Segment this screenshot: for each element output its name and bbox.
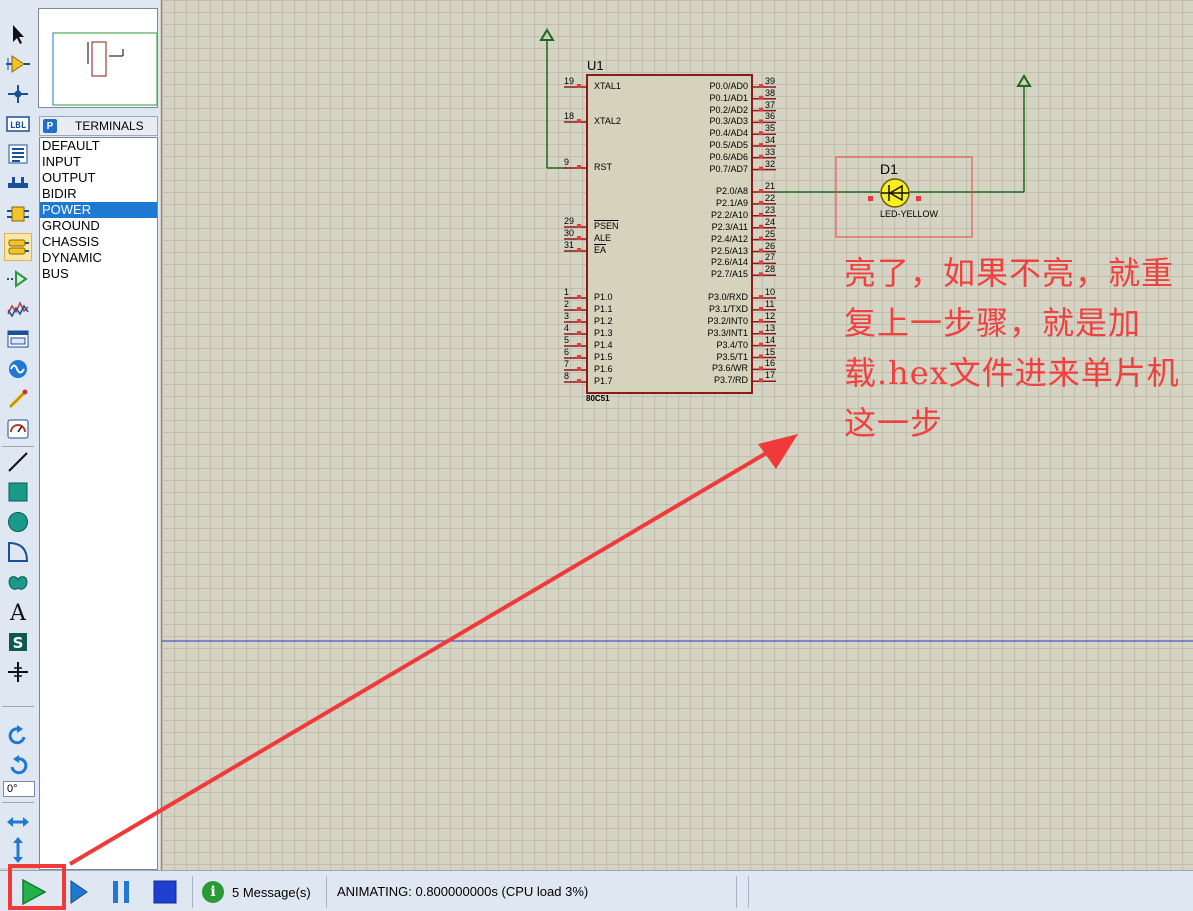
annotation-arrow xyxy=(68,434,798,866)
annotation-arrow-head xyxy=(758,434,798,469)
annotation-arrow-line xyxy=(68,446,777,866)
